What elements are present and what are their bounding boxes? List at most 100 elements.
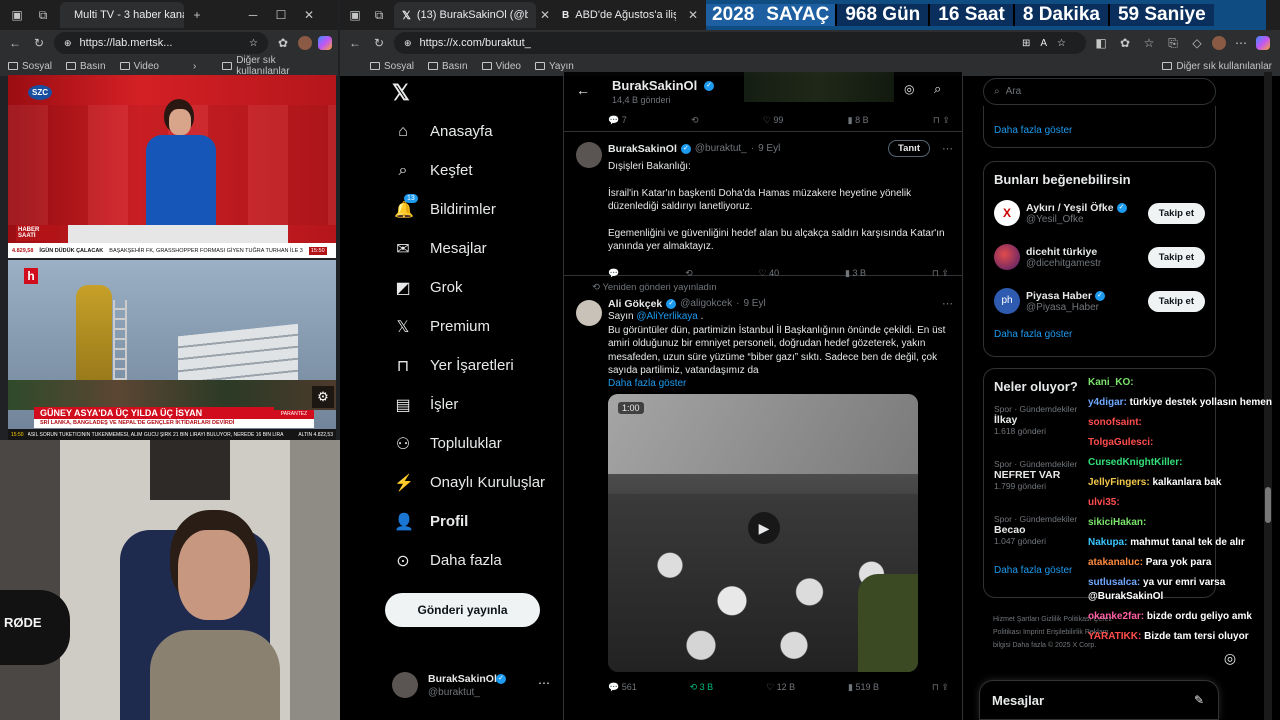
bookmark-item[interactable]: Sosyal — [8, 61, 52, 72]
collections-icon[interactable]: ⎘ — [1164, 34, 1182, 52]
promote-button[interactable]: Tanıt — [888, 140, 930, 157]
chat-username[interactable]: sikiciHakan: — [1088, 517, 1146, 528]
tab-news[interactable]: B ABD'de Ağustos'a ilişkin enfla — [554, 2, 684, 28]
chat-username[interactable]: TolgaGulesci: — [1088, 437, 1153, 448]
author-avatar[interactable] — [576, 300, 602, 326]
bookmark-icon[interactable]: ⊓ ⇪ — [932, 682, 949, 693]
more-icon[interactable]: ⋯ — [1232, 34, 1250, 52]
new-tab-icon[interactable]: + — [188, 6, 206, 24]
follow-button[interactable]: Takip et — [1147, 202, 1205, 224]
follow-button[interactable]: Takip et — [1147, 290, 1205, 312]
account-switcher[interactable]: BurakSakinOl ✓ @buraktut_ ⋯ — [392, 668, 557, 702]
footer-link[interactable]: Daha fazla — [1012, 642, 1045, 649]
settings-gear-icon[interactable]: ⚙ — [312, 386, 334, 408]
extensions-icon[interactable]: ◧ — [1092, 34, 1110, 52]
views-action[interactable]: ▮ 519 B — [848, 682, 879, 693]
browser-menu-icon[interactable]: ▣ — [8, 6, 26, 24]
chat-username[interactable]: JellyFingers: — [1088, 477, 1150, 488]
search-input[interactable]: ⌕ Ara — [983, 78, 1216, 105]
mention-link[interactable]: @AliYerlikaya — [636, 311, 697, 322]
favorite-star-icon[interactable]: ☆ — [249, 38, 258, 49]
nav-item-grok[interactable]: ◩ Grok — [340, 268, 562, 307]
bookmark-item[interactable]: Diğer sık kullanılanlar — [1162, 61, 1272, 72]
chat-username[interactable]: CursedKnightKiller: — [1088, 457, 1182, 468]
footer-link[interactable]: Imprint — [1023, 629, 1044, 636]
nav-item-home[interactable]: ⌂ Anasayfa — [340, 112, 562, 151]
nav-item-bookmarks[interactable]: ⊓ Yer İşaretleri — [340, 346, 562, 385]
copilot-icon[interactable] — [1256, 36, 1270, 50]
extensions-icon[interactable]: ✿ — [274, 34, 292, 52]
tab-x-profile[interactable]: 𝕏 (13) BurakSakinOl (@buraktut_ — [394, 2, 536, 28]
show-more-link[interactable]: Daha fazla göster — [994, 125, 1072, 136]
tab-actions-icon[interactable]: ⧉ — [34, 6, 52, 24]
nav-item-jobs[interactable]: ▤ İşler — [340, 385, 562, 424]
reload-icon[interactable]: ↻ — [370, 34, 388, 52]
close-icon[interactable]: ✕ — [300, 6, 318, 24]
chat-username[interactable]: y4digar: — [1088, 397, 1127, 408]
reload-icon[interactable]: ↻ — [30, 34, 48, 52]
bookmark-item[interactable]: Video — [481, 61, 521, 72]
bookmark-item[interactable]: Yayın — [535, 61, 574, 72]
nav-item-profile[interactable]: 👤 Profil — [340, 502, 562, 541]
url-field[interactable]: ⊕ https://lab.mertsk... ☆ — [54, 32, 268, 54]
nav-item-verified-orgs[interactable]: ⚡ Onaylı Kuruluşlar — [340, 463, 562, 502]
author-name[interactable]: BurakSakinOl — [608, 143, 677, 155]
tweet[interactable]: ⟲ Yeniden gönderi yayınladın Ali Gökçek … — [564, 276, 962, 716]
author-handle[interactable]: @buraktut_ — [695, 143, 747, 154]
chat-username[interactable]: ulvi35: — [1088, 497, 1120, 508]
browser-menu-icon[interactable]: ▣ — [346, 6, 364, 24]
nav-item-notifications[interactable]: 🔔 Bildirimler 13 — [340, 190, 562, 229]
footer-link[interactable]: Erişilebilirlik — [1046, 629, 1083, 636]
chat-username[interactable]: okanke2far: — [1088, 611, 1144, 622]
chat-username[interactable]: YARATIKK: — [1088, 631, 1141, 642]
bookmark-icon[interactable]: ⊓ ⇪ — [933, 115, 950, 126]
site-info-icon[interactable]: ⊕ — [404, 38, 412, 49]
bookmark-item[interactable]: Sosyal — [370, 61, 414, 72]
back-icon[interactable]: ← — [6, 34, 24, 52]
profile-avatar[interactable] — [298, 36, 312, 50]
nav-item-explore[interactable]: ⌕ Keşfet — [340, 151, 562, 190]
more-dots-icon[interactable]: ⋯ — [942, 297, 953, 310]
repost-action[interactable]: ⟲ 3 B — [690, 682, 714, 693]
tab-multi-tv[interactable]: Multi TV - 3 haber kanal... — [60, 2, 184, 28]
close-tab-icon[interactable]: ✕ — [536, 6, 554, 24]
close-tab-icon[interactable]: ✕ — [684, 6, 702, 24]
back-arrow-icon[interactable]: ← — [576, 82, 590, 98]
chat-username[interactable]: Kani_KO: — [1088, 377, 1134, 388]
bookmark-item[interactable]: Diğer sık kullanılanlar — [222, 55, 330, 77]
chevron-right-icon[interactable]: › — [193, 61, 196, 72]
repost-action[interactable]: ⟲ — [691, 115, 699, 126]
bookmark-item[interactable]: Basın — [428, 61, 468, 72]
tv-stream-2[interactable]: h ⚙ GÜNEY ASYA'DA ÜÇ YILDA ÜÇ İSYAN PARA… — [8, 260, 336, 440]
like-action[interactable]: ♡ 12 B — [766, 682, 795, 693]
reply-action[interactable]: 💬 7 — [608, 115, 627, 126]
tab-actions-icon[interactable]: ⧉ — [370, 6, 388, 24]
minimize-icon[interactable]: ─ — [244, 6, 262, 24]
nav-item-messages[interactable]: ✉ Mesajlar — [340, 229, 562, 268]
post-date[interactable]: 9 Eyl — [758, 143, 780, 154]
nav-item-communities[interactable]: ⚇ Topluluklar — [340, 424, 562, 463]
puzzle-icon[interactable]: ✿ — [1116, 34, 1134, 52]
search-icon[interactable]: ⌕ — [934, 81, 941, 97]
chat-username[interactable]: sutlusalca: — [1088, 577, 1140, 588]
more-dots-icon[interactable]: ⋯ — [538, 676, 550, 690]
grok-icon[interactable]: ◎ — [904, 82, 914, 96]
x-logo-icon[interactable]: 𝕏 — [392, 80, 410, 106]
nav-item-more[interactable]: ⊙ Daha fazla — [340, 541, 562, 580]
suggestion-row[interactable]: ph Piyasa Haber ✓ @Piyasa_Haber Takip et — [984, 279, 1215, 323]
shield-icon[interactable]: ◇ — [1188, 34, 1206, 52]
favorites-icon[interactable]: ☆ — [1140, 34, 1158, 52]
copilot-icon[interactable] — [318, 36, 332, 50]
author-avatar[interactable] — [576, 142, 602, 168]
tweet[interactable]: BurakSakinOl ✓ @buraktut_ · 9 Eyl Tanıt … — [564, 132, 962, 278]
suggestion-row[interactable]: dicehit türkiye @dicehitgamestr Takip et — [984, 235, 1215, 279]
video-player[interactable]: 1:00 ▶ — [608, 393, 918, 672]
post-date[interactable]: 9 Eyl — [743, 298, 765, 309]
bookmark-item[interactable]: Video — [119, 61, 159, 72]
play-icon[interactable]: ▶ — [748, 511, 780, 544]
suggestion-row[interactable]: X Aykırı / Yeşil Öfke ✓ @Yesil_Ofke Takip … — [984, 191, 1215, 235]
bookmark-item[interactable]: Basın — [66, 61, 106, 72]
footer-link[interactable]: Hizmet Şartları — [993, 616, 1039, 623]
more-dots-icon[interactable]: ⋯ — [942, 142, 953, 155]
post-button[interactable]: Gönderi yayınla — [385, 593, 540, 627]
